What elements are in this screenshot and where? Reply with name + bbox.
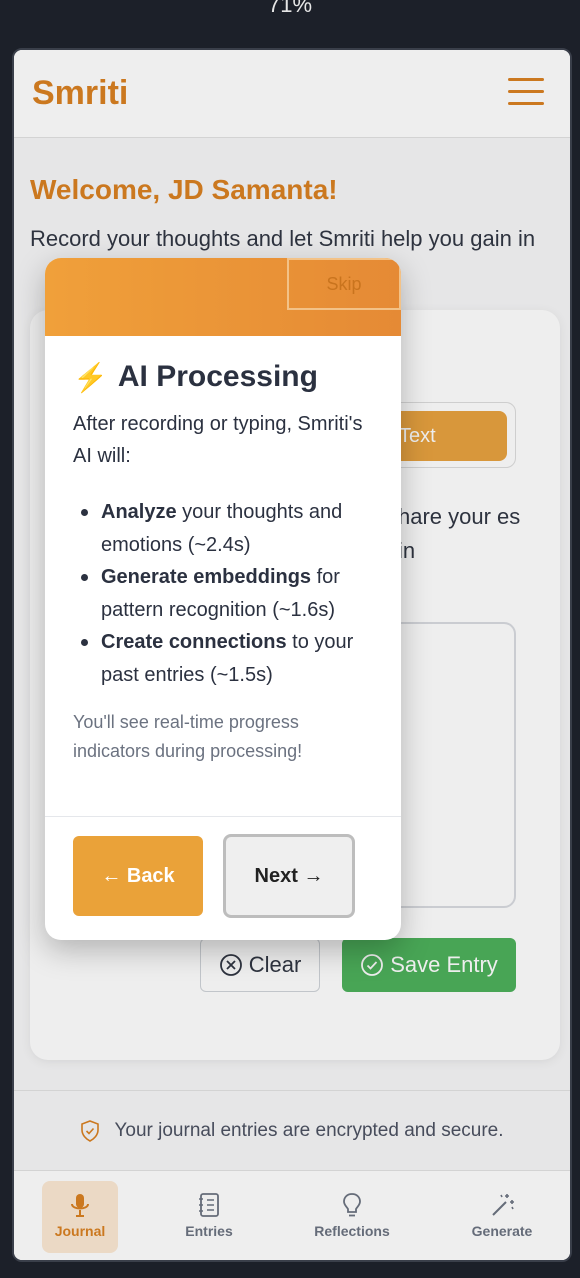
lightning-icon: ⚡ xyxy=(73,361,108,393)
modal-note: You'll see real-time progress indicators… xyxy=(73,712,303,761)
processing-steps-list: Analyze your thoughts and emotions (~2.4… xyxy=(73,496,383,691)
list-item: Analyze your thoughts and emotions (~2.4… xyxy=(73,496,383,561)
skip-button[interactable]: Skip xyxy=(287,258,401,310)
list-item: Generate embeddings for pattern recognit… xyxy=(73,561,383,626)
app-frame: Smriti Welcome, JD Samanta! Record your … xyxy=(12,48,572,1262)
next-button[interactable]: Next → xyxy=(223,834,355,918)
list-item: Create connections to your past entries … xyxy=(73,626,383,691)
onboarding-modal: Skip ⚡ AI Processing After recording or … xyxy=(45,258,401,940)
modal-title: ⚡ AI Processing xyxy=(73,360,318,394)
modal-header-banner: Skip xyxy=(45,258,401,336)
modal-intro: After recording or typing, Smriti's AI w… xyxy=(73,413,363,467)
modal-title-text: AI Processing xyxy=(117,360,318,393)
zoom-level-text: 71% xyxy=(267,0,313,17)
modal-divider xyxy=(45,816,401,817)
back-button[interactable]: ← Back xyxy=(73,836,203,916)
